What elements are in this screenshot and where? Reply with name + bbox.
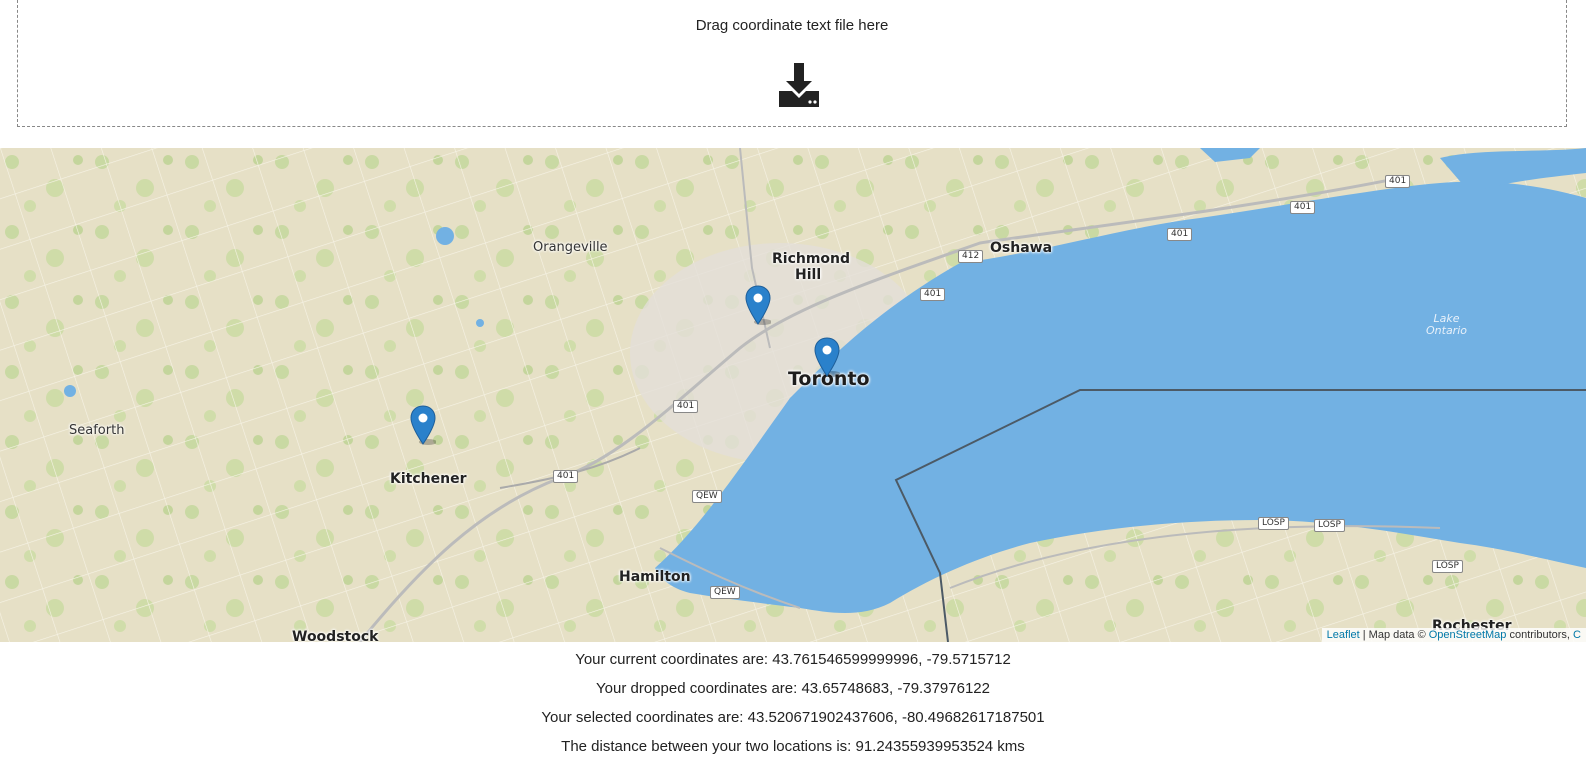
selected-coordinates-text: Your selected coordinates are: 43.520671… xyxy=(541,709,1045,726)
lake-label-2: Ontario xyxy=(1426,324,1467,337)
highway-shield: 412 xyxy=(958,250,984,263)
map-marker-icon[interactable] xyxy=(814,337,840,377)
license-link[interactable]: C xyxy=(1573,629,1581,641)
highway-shield: 401 xyxy=(1385,175,1411,188)
leaflet-link[interactable]: Leaflet xyxy=(1327,629,1360,641)
highway-shield: LOSP xyxy=(1314,519,1345,532)
download-tray-icon xyxy=(779,63,819,107)
attribution-contributors: contributors, xyxy=(1506,629,1574,641)
dropped-coordinates-text: Your dropped coordinates are: 43.6574868… xyxy=(596,680,990,697)
highway-shield: 401 xyxy=(553,470,579,483)
openstreetmap-link[interactable]: OpenStreetMap xyxy=(1429,629,1507,641)
highway-shield: LOSP xyxy=(1258,517,1289,530)
place-oshawa: Oshawa xyxy=(990,240,1053,256)
map-attribution: Leaflet | Map data © OpenStreetMap contr… xyxy=(1321,628,1586,642)
drop-zone-label: Drag coordinate text file here xyxy=(695,17,889,34)
highway-shield: QEW xyxy=(710,586,740,599)
map-marker-icon[interactable] xyxy=(410,405,436,445)
attribution-separator: | Map data © xyxy=(1359,629,1429,641)
current-coordinates-text: Your current coordinates are: 43.7615465… xyxy=(575,651,1011,668)
place-hamilton: Hamilton xyxy=(619,569,691,585)
place-seaforth: Seaforth xyxy=(69,423,125,438)
highway-shield: 401 xyxy=(673,400,699,413)
highway-shield: LOSP xyxy=(1432,560,1463,573)
file-drop-zone[interactable]: Drag coordinate text file here xyxy=(17,0,1567,127)
map-tiles xyxy=(0,148,1586,642)
place-richmond-hill-2: Hill xyxy=(795,267,822,283)
highway-shield: 401 xyxy=(1290,201,1316,214)
map-view[interactable]: Orangeville Richmond Hill Oshawa Toronto… xyxy=(0,148,1586,642)
place-kitchener: Kitchener xyxy=(390,471,467,487)
highway-shield: QEW xyxy=(692,490,722,503)
place-lake-ontario: Lake Ontario xyxy=(1426,313,1467,337)
map-marker-icon[interactable] xyxy=(745,285,771,325)
place-richmond-hill: Richmond xyxy=(772,251,851,267)
place-orangeville: Orangeville xyxy=(533,240,608,255)
place-woodstock: Woodstock xyxy=(292,629,379,642)
highway-shield: 401 xyxy=(920,288,946,301)
highway-shield: 401 xyxy=(1167,228,1193,241)
distance-text: The distance between your two locations … xyxy=(561,738,1025,755)
